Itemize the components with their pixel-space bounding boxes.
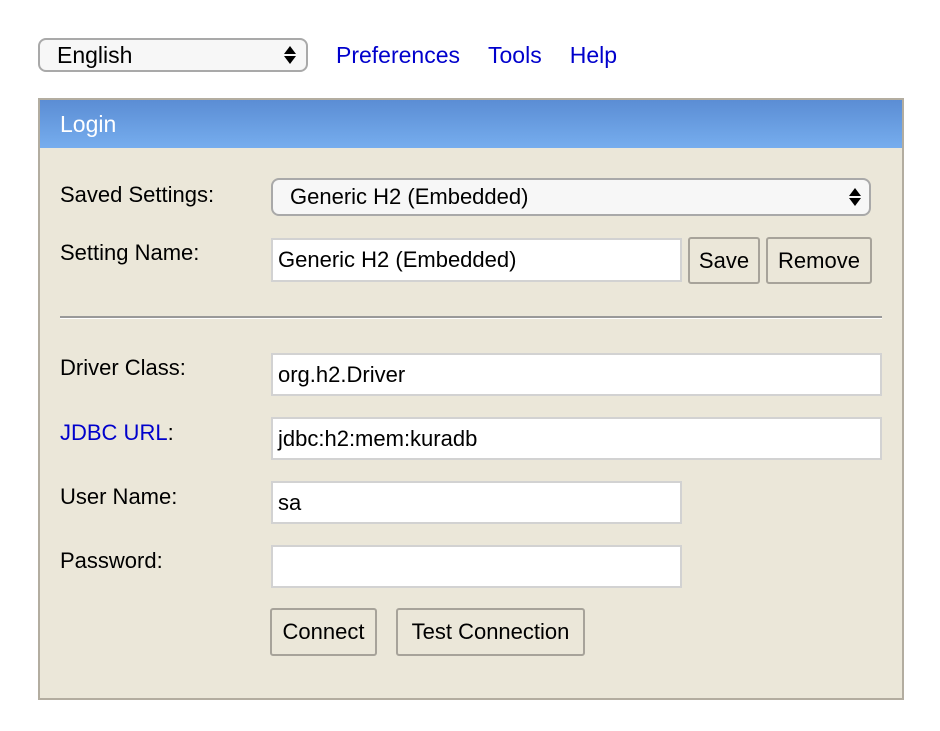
password-label: Password: <box>60 548 163 573</box>
login-panel: Login Saved Settings: Generic H2 (Embedd… <box>38 98 904 700</box>
help-link[interactable]: Help <box>570 42 617 69</box>
saved-settings-select[interactable]: Generic H2 (Embedded) <box>271 178 871 216</box>
password-input[interactable] <box>271 545 682 588</box>
jdbc-url-colon: : <box>167 420 174 445</box>
login-header: Login <box>40 100 902 148</box>
top-bar: English Preferences Tools Help <box>38 36 617 74</box>
language-select-value: English <box>57 41 133 68</box>
saved-settings-value: Generic H2 (Embedded) <box>290 184 529 209</box>
remove-button[interactable]: Remove <box>766 237 872 284</box>
user-name-input[interactable]: sa <box>271 481 682 524</box>
driver-class-label: Driver Class: <box>60 355 186 380</box>
select-arrows-icon <box>849 188 861 206</box>
driver-class-input[interactable]: org.h2.Driver <box>271 353 882 396</box>
jdbc-url-label: JDBC URL: <box>60 420 174 446</box>
tools-link[interactable]: Tools <box>488 42 542 69</box>
select-arrows-icon <box>284 46 296 64</box>
saved-settings-label: Saved Settings: <box>60 182 215 207</box>
setting-name-label: Setting Name: <box>60 240 200 265</box>
user-name-label: User Name: <box>60 484 178 509</box>
preferences-link[interactable]: Preferences <box>336 42 460 69</box>
jdbc-url-input[interactable]: jdbc:h2:mem:kuradb <box>271 417 882 460</box>
setting-name-input[interactable]: Generic H2 (Embedded) <box>271 238 682 282</box>
save-button[interactable]: Save <box>688 237 760 284</box>
language-select[interactable]: English <box>38 38 308 72</box>
test-connection-button[interactable]: Test Connection <box>396 608 585 656</box>
jdbc-url-link[interactable]: JDBC URL <box>60 420 168 445</box>
divider <box>60 316 882 319</box>
connect-button[interactable]: Connect <box>270 608 377 656</box>
